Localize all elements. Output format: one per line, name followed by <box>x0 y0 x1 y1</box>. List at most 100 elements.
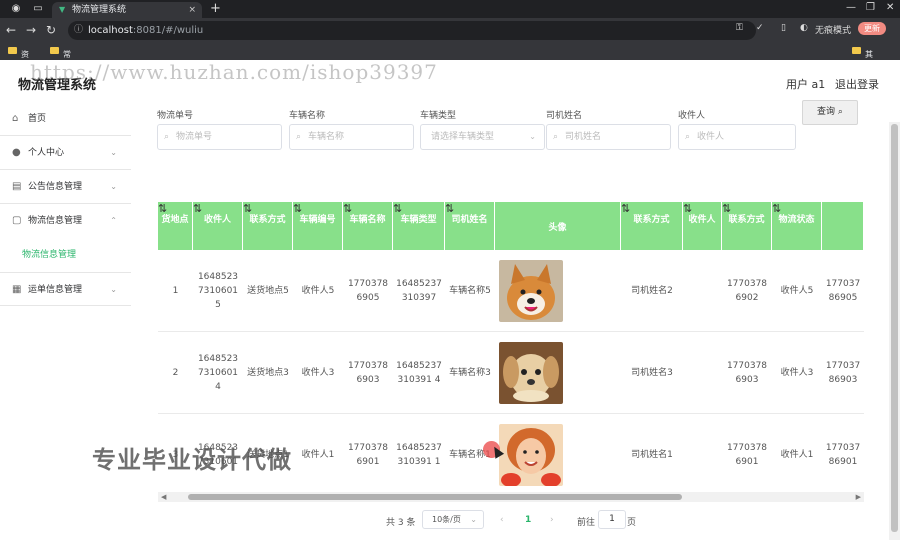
sidebar-item-waybill[interactable]: ▦ 运单信息管理 ⌄ <box>0 272 131 306</box>
prev-page-icon[interactable]: ‹ <box>500 515 504 525</box>
logout-button[interactable]: 退出登录 <box>835 76 879 92</box>
next-page-icon[interactable]: › <box>550 515 554 525</box>
user-label: 用户 a1 <box>786 78 826 91</box>
address-bar-row: ← → ↻ ⓘ localhost:8081/#/wuliu ⚿ ✓ ▯ ◐ 无… <box>0 18 900 43</box>
chevron-down-icon: ⌄ <box>110 285 117 294</box>
restore-icon[interactable]: ❐ <box>866 2 875 13</box>
search-icon: ⌕ <box>296 132 302 142</box>
table-cell: 16485237310601 5 <box>197 272 239 310</box>
avatar-image[interactable] <box>499 342 563 404</box>
table-cell: 收件人1 <box>780 450 814 460</box>
table-row[interactable]: 1 16485237310601 5 送货地点5 收件人5 17703786905 164… <box>158 250 864 332</box>
table-cell: 17703786905 <box>825 279 861 303</box>
goto-page-input[interactable]: 1 <box>598 510 626 529</box>
table-cell <box>683 414 722 496</box>
driver-name-input[interactable]: ⌕ 司机姓名 <box>546 124 671 150</box>
filter-label: 司机姓名 <box>546 111 583 121</box>
sidebar-item-label: 个人中心 <box>28 148 65 158</box>
table-cell: 2 <box>172 368 179 378</box>
browser-menu-icon[interactable]: ◉ <box>10 3 22 15</box>
placeholder: 司机姓名 <box>565 132 602 142</box>
update-button[interactable]: 更新 <box>858 22 886 35</box>
home-icon: ⌂ <box>12 113 19 124</box>
bookmark-ziliao[interactable]: 资料 <box>8 46 29 70</box>
current-page[interactable]: 1 <box>525 515 531 525</box>
table-row[interactable]: 2 16485237310601 4 送货地点3 收件人3 17703786903 164… <box>158 332 864 414</box>
window-icon[interactable]: ▭ <box>32 3 44 15</box>
table-cell: 16485237310391 1 <box>396 443 442 467</box>
column-header[interactable]: 收件人 <box>193 202 243 250</box>
column-header[interactable]: 收件人 <box>683 202 722 250</box>
table-cell: 17703786901 <box>726 443 768 467</box>
vehicle-name-input[interactable]: ⌕ 车辆名称 <box>289 124 414 150</box>
minimize-icon[interactable]: — <box>846 2 856 13</box>
incognito-icon: ◐ <box>800 23 808 33</box>
column-header[interactable]: 头像 <box>495 202 621 250</box>
placeholder: 收件人 <box>697 132 725 142</box>
column-header[interactable]: 车辆名称 <box>343 202 393 250</box>
page-size-select[interactable]: 10条/页 ⌄ <box>422 510 484 529</box>
column-header[interactable]: 车辆类型 <box>393 202 445 250</box>
table-cell: 司机姓名2 <box>631 286 673 296</box>
logistics-icon: ▢ <box>12 215 22 226</box>
close-tab-icon[interactable]: × <box>188 2 196 18</box>
waybill-icon: ▦ <box>12 284 22 295</box>
forward-icon[interactable]: → <box>26 23 36 37</box>
column-header[interactable]: 联系方式 <box>722 202 772 250</box>
sidebar-item-logistics[interactable]: ▢ 物流信息管理 ⌃ <box>0 204 131 238</box>
sidebar-item-label: 物流信息管理 <box>28 216 83 226</box>
sidebar-item-notice[interactable]: ▤ 公告信息管理 ⌄ <box>0 170 131 204</box>
column-header[interactable]: 物流状态 <box>772 202 822 250</box>
url-input[interactable]: ⓘ localhost:8081/#/wuliu <box>68 21 756 40</box>
avatar-image[interactable] <box>499 424 563 486</box>
table-cell: 1 <box>172 286 179 296</box>
bookmark-changyong[interactable]: 常用 <box>50 46 71 70</box>
new-tab-icon[interactable]: + <box>210 1 221 16</box>
column-header[interactable]: 司机姓名 <box>445 202 495 250</box>
table-cell: 送货地点3 <box>247 368 289 378</box>
scroll-thumb[interactable] <box>891 124 898 532</box>
table-cell: 车辆名称5 <box>449 286 491 296</box>
placeholder: 物流单号 <box>176 132 213 142</box>
table-cell: 17703786901 <box>347 443 389 467</box>
scroll-left-icon[interactable]: ◀ <box>161 492 166 502</box>
key-icon[interactable]: ⚿ <box>736 23 743 33</box>
back-icon[interactable]: ← <box>6 23 16 37</box>
recipient-input[interactable]: ⌕ 收件人 <box>678 124 796 150</box>
sidebar-subitem-logistics[interactable]: 物流信息管理 <box>0 238 131 272</box>
vertical-scrollbar[interactable] <box>889 122 900 540</box>
table-cell: 收件人1 <box>301 450 335 460</box>
vehicle-type-select[interactable]: 请选择车辆类型 ⌄ <box>420 124 545 150</box>
browser-tab[interactable]: ▼ 物流管理系统 × <box>52 2 202 18</box>
table-cell: 车辆名称3 <box>449 368 491 378</box>
table-cell <box>683 332 722 414</box>
extension-icon[interactable]: ✓ <box>756 23 764 33</box>
other-bookmarks[interactable]: 其他书签 <box>852 46 873 92</box>
tracking-number-input[interactable]: ⌕ 物流单号 <box>157 124 282 150</box>
sidebar-item-home[interactable]: ⌂ 首页 <box>0 102 131 136</box>
table-cell: 17703786903 <box>726 361 768 385</box>
table-cell: 16485237310601 4 <box>197 354 239 392</box>
sidebar-item-profile[interactable]: ● 个人中心 ⌄ <box>0 136 131 170</box>
folder-icon <box>852 47 861 54</box>
pagination-total: 共 3 条 <box>386 518 416 528</box>
search-icon: ⌕ <box>685 132 691 142</box>
column-header[interactable] <box>822 202 864 250</box>
chevron-down-icon: ⌄ <box>529 132 536 141</box>
query-button[interactable]: 查询 ⌕ <box>802 100 858 125</box>
column-header[interactable]: 联系方式 <box>621 202 683 250</box>
avatar-cell <box>495 250 621 332</box>
reload-icon[interactable]: ↻ <box>46 23 56 37</box>
close-window-icon[interactable]: ✕ <box>886 2 894 13</box>
column-header[interactable]: 货地点 <box>158 202 193 250</box>
table-cell: 送货地点5 <box>247 286 289 296</box>
column-header[interactable]: 联系方式 <box>243 202 293 250</box>
incognito-label: 无痕模式 <box>815 26 852 36</box>
sidepanel-icon[interactable]: ▯ <box>781 23 786 33</box>
scroll-thumb[interactable] <box>188 494 682 500</box>
page-size-value: 10条/页 <box>432 515 461 524</box>
avatar-image[interactable] <box>499 260 563 322</box>
column-header[interactable]: 车辆编号 <box>293 202 343 250</box>
scroll-right-icon[interactable]: ▶ <box>856 492 861 502</box>
horizontal-scrollbar[interactable]: ◀ ▶ <box>158 492 864 502</box>
